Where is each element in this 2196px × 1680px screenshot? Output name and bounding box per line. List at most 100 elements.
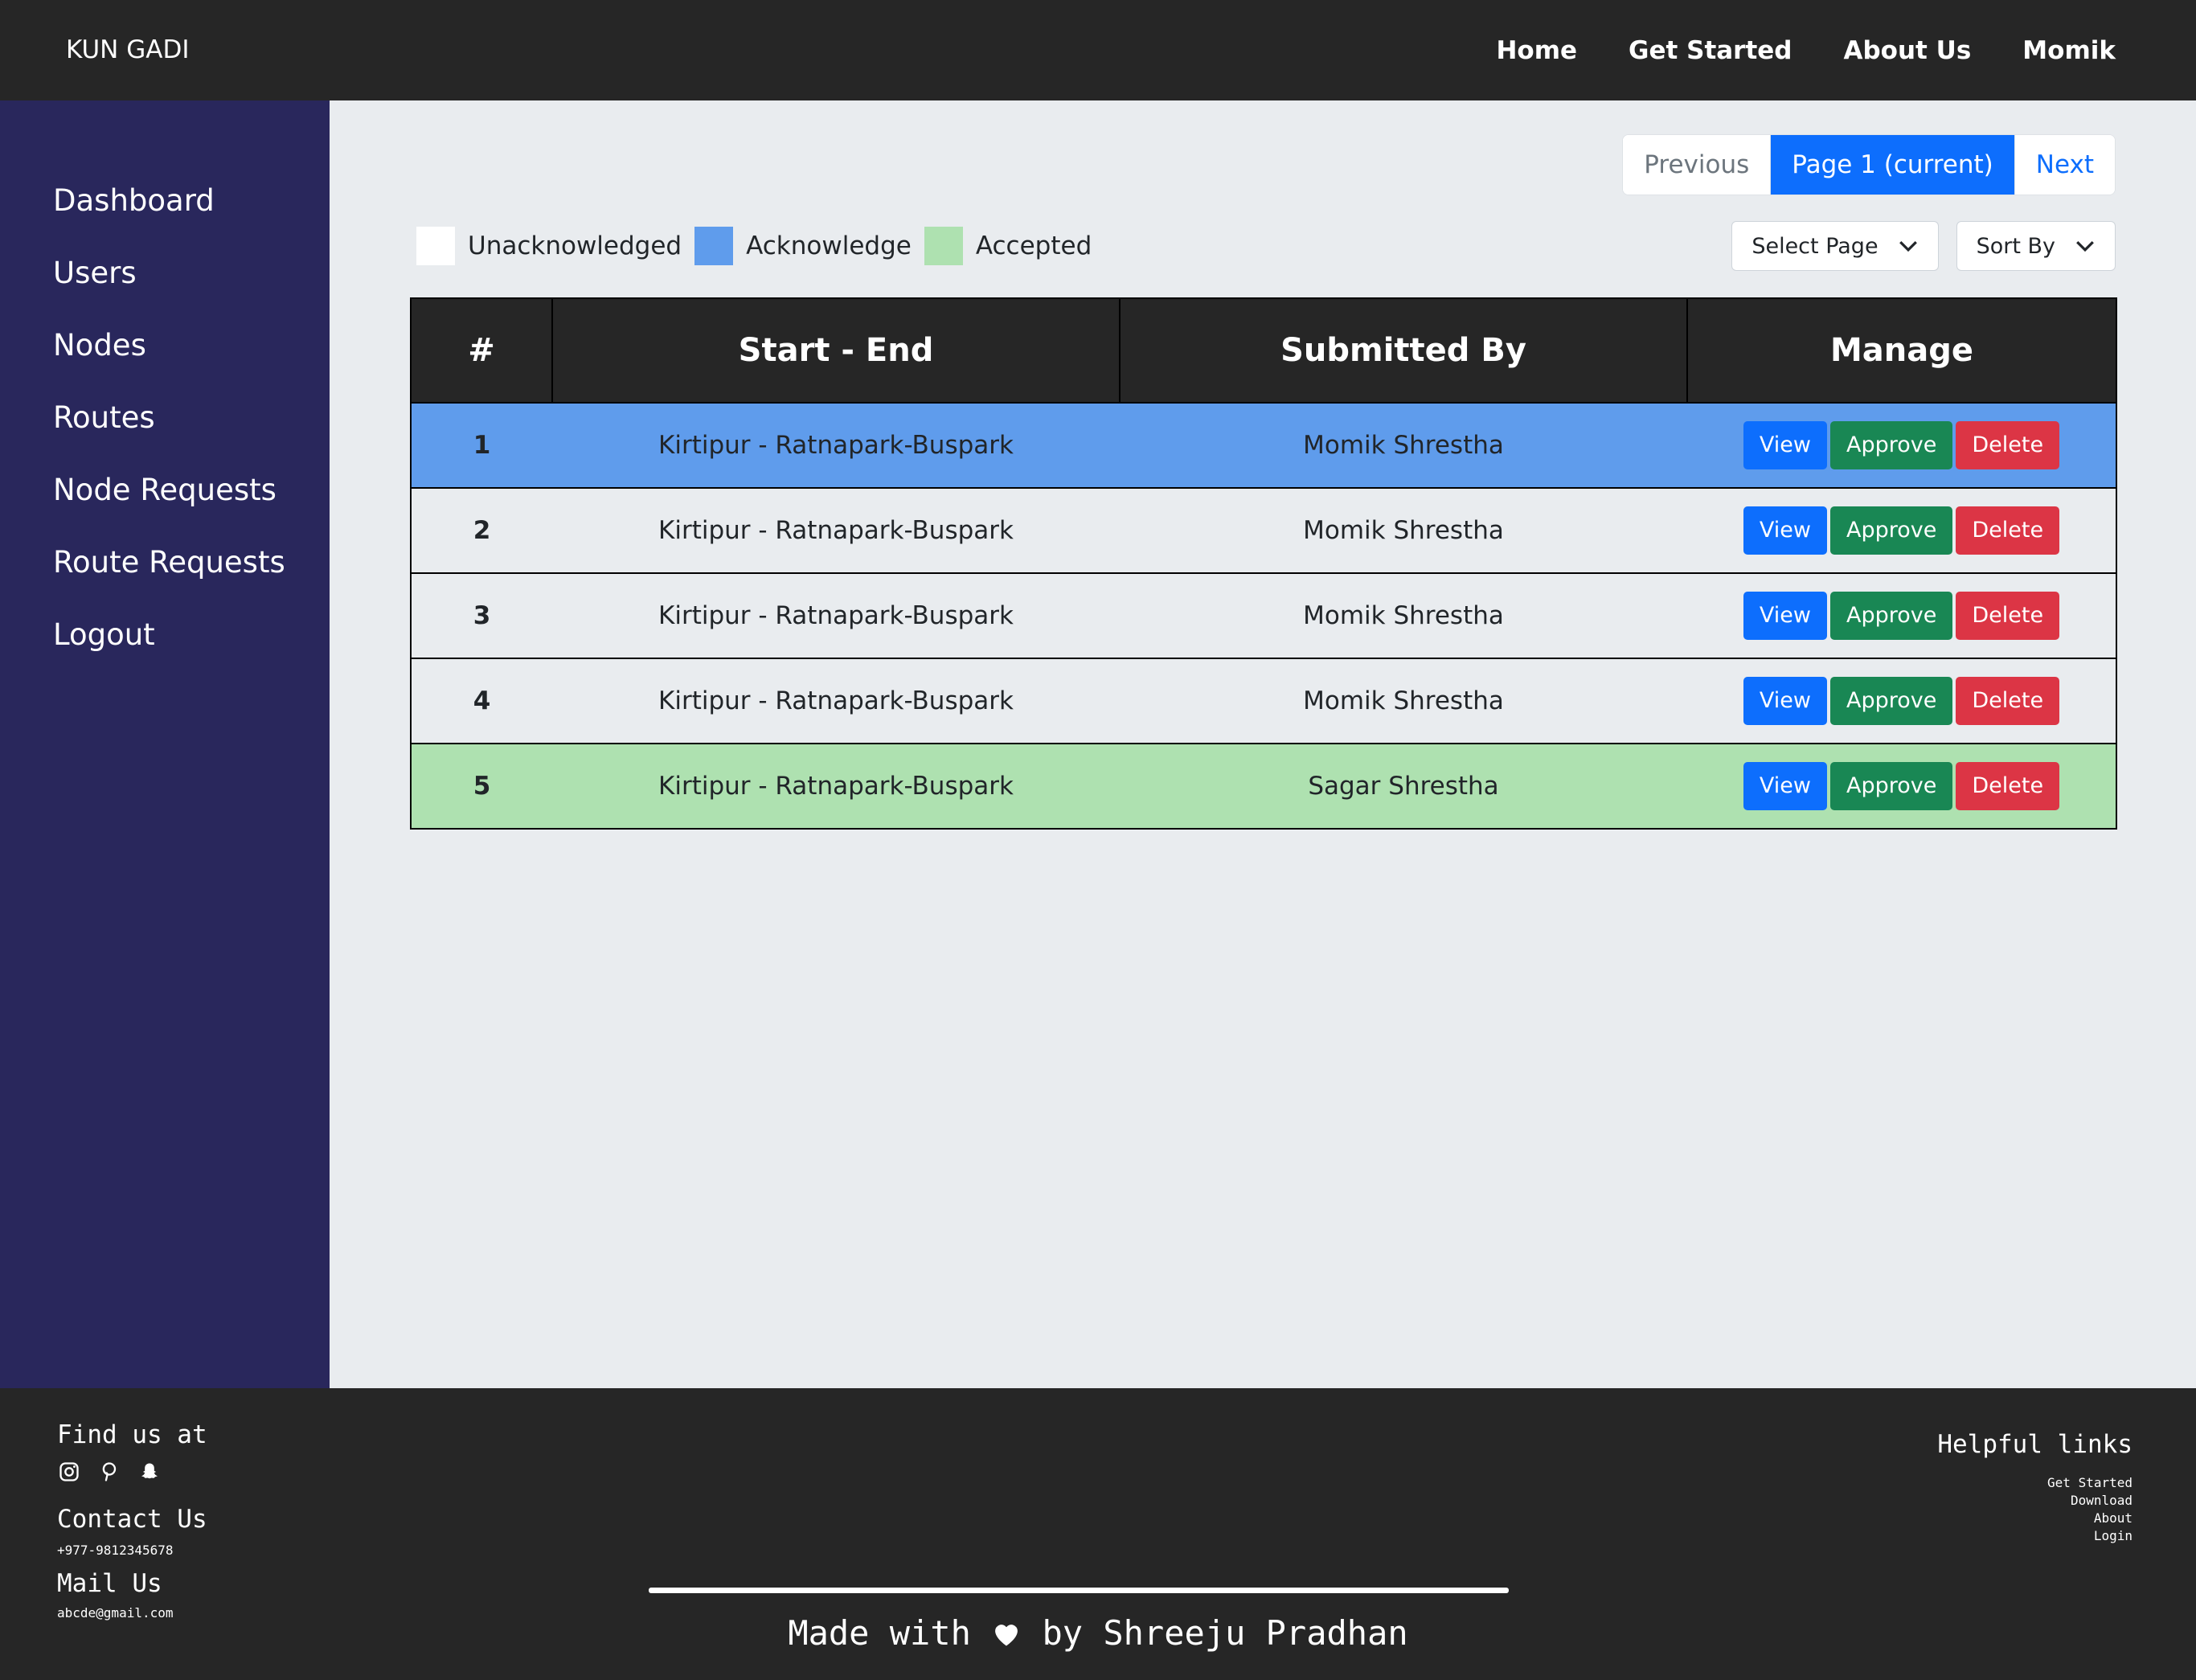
row-route: Kirtipur - Ratnapark-Buspark xyxy=(552,572,1120,659)
column-header-start-end: Start - End xyxy=(551,297,1121,404)
table-row: 5 Kirtipur - Ratnapark-Buspark Sagar Shres… xyxy=(410,743,2117,830)
view-button[interactable]: View xyxy=(1743,677,1827,725)
table-row: 2 Kirtipur - Ratnapark-Buspark Momik Shres… xyxy=(410,487,2117,574)
table-header-row: # Start - End Submitted By Manage xyxy=(410,297,2117,404)
row-route: Kirtipur - Ratnapark-Buspark xyxy=(552,402,1120,489)
row-actions: View Approve Delete xyxy=(1687,658,2117,744)
legend-swatch-accepted xyxy=(924,227,963,265)
nav-home[interactable]: Home xyxy=(1496,36,1577,65)
sidebar-item-routes[interactable]: Routes xyxy=(53,398,330,470)
select-page-dropdown[interactable]: Select Page xyxy=(1731,221,1939,271)
table-body: 1 Kirtipur - Ratnapark-Buspark Momik Shres… xyxy=(410,402,2117,830)
view-button[interactable]: View xyxy=(1743,506,1827,555)
legend-swatch-unacknowledged xyxy=(416,227,455,265)
row-submitted-by: Sagar Shrestha xyxy=(1120,743,1687,830)
delete-button[interactable]: Delete xyxy=(1956,506,2060,555)
row-submitted-by: Momik Shrestha xyxy=(1120,658,1687,744)
chevron-down-icon xyxy=(2076,240,2094,252)
footer-link-login[interactable]: Login xyxy=(2047,1527,2132,1545)
row-actions: View Approve Delete xyxy=(1687,743,2117,830)
heart-icon xyxy=(995,1625,1018,1646)
row-number: 5 xyxy=(410,743,552,830)
delete-button[interactable]: Delete xyxy=(1956,421,2060,469)
legend-label-acknowledge: Acknowledge xyxy=(746,232,912,260)
legend-label-unacknowledged: Unacknowledged xyxy=(468,232,682,260)
column-header-number: # xyxy=(410,297,553,404)
find-us-heading: Find us at xyxy=(57,1420,207,1449)
pagination: Previous Page 1 (current) Next xyxy=(1622,134,2116,195)
row-route: Kirtipur - Ratnapark-Buspark xyxy=(552,487,1120,574)
row-submitted-by: Momik Shrestha xyxy=(1120,402,1687,489)
select-page-label: Select Page xyxy=(1751,233,1878,259)
row-route: Kirtipur - Ratnapark-Buspark xyxy=(552,743,1120,830)
column-header-manage: Manage xyxy=(1686,297,2117,404)
next-page-button[interactable]: Next xyxy=(2014,135,2115,195)
brand-logo[interactable]: KUN GADI xyxy=(66,0,189,100)
helpful-links: Get Started Download About Login xyxy=(2047,1474,2132,1545)
nav-about-us[interactable]: About Us xyxy=(1844,36,1972,65)
sidebar-item-logout[interactable]: Logout xyxy=(53,615,330,687)
chevron-down-icon xyxy=(1899,240,1917,252)
legend-swatch-acknowledge xyxy=(694,227,734,265)
made-with-prefix: Made with xyxy=(788,1613,971,1653)
made-with-suffix: by Shreeju Pradhan xyxy=(1042,1613,1408,1653)
delete-button[interactable]: Delete xyxy=(1956,592,2060,640)
column-header-submitted-by: Submitted By xyxy=(1119,297,1688,404)
row-actions: View Approve Delete xyxy=(1687,402,2117,489)
nav-user-profile[interactable]: Momik xyxy=(2022,36,2116,65)
pinterest-icon[interactable] xyxy=(98,1461,121,1483)
top-navbar: KUN GADI Home Get Started About Us Momik xyxy=(0,0,2196,100)
delete-button[interactable]: Delete xyxy=(1956,762,2060,810)
row-number: 4 xyxy=(410,658,552,744)
view-button[interactable]: View xyxy=(1743,592,1827,640)
table-row: 4 Kirtipur - Ratnapark-Buspark Momik Shres… xyxy=(410,658,2117,744)
table-row: 1 Kirtipur - Ratnapark-Buspark Momik Shres… xyxy=(410,402,2117,489)
sidebar-item-route-requests[interactable]: Route Requests xyxy=(53,543,330,615)
table-row: 3 Kirtipur - Ratnapark-Buspark Momik Shres… xyxy=(410,572,2117,659)
footer-link-about[interactable]: About xyxy=(2047,1510,2132,1527)
footer-divider xyxy=(649,1588,1509,1593)
approve-button[interactable]: Approve xyxy=(1829,421,1953,469)
made-with-credit: Made with by Shreeju Pradhan xyxy=(0,1613,2196,1653)
mail-us-heading: Mail Us xyxy=(57,1569,162,1598)
approve-button[interactable]: Approve xyxy=(1829,506,1953,555)
row-actions: View Approve Delete xyxy=(1687,487,2117,574)
view-button[interactable]: View xyxy=(1743,762,1827,810)
instagram-icon[interactable] xyxy=(58,1461,80,1483)
contact-phone: +977-9812345678 xyxy=(57,1543,174,1558)
current-page-button[interactable]: Page 1 (current) xyxy=(1771,135,2015,195)
sidebar-item-nodes[interactable]: Nodes xyxy=(53,326,330,398)
row-number: 1 xyxy=(410,402,552,489)
footer-link-get-started[interactable]: Get Started xyxy=(2047,1474,2132,1492)
approve-button[interactable]: Approve xyxy=(1829,677,1953,725)
snapchat-icon[interactable] xyxy=(138,1461,161,1483)
row-route: Kirtipur - Ratnapark-Buspark xyxy=(552,658,1120,744)
footer: Find us at Contact Us +977-9812345678 Ma… xyxy=(0,1388,2196,1680)
row-number: 3 xyxy=(410,572,552,659)
status-legend: Unacknowledged Acknowledge Accepted xyxy=(416,226,1104,266)
sidebar: Dashboard Users Nodes Routes Node Reques… xyxy=(0,100,330,1388)
legend-label-accepted: Accepted xyxy=(975,232,1092,260)
row-number: 2 xyxy=(410,487,552,574)
route-requests-table: # Start - End Submitted By Manage 1 Kirti… xyxy=(410,297,2117,830)
approve-button[interactable]: Approve xyxy=(1829,592,1953,640)
sort-by-dropdown[interactable]: Sort By xyxy=(1956,221,2116,271)
sidebar-item-node-requests[interactable]: Node Requests xyxy=(53,470,330,543)
contact-us-heading: Contact Us xyxy=(57,1505,207,1534)
main-content: Previous Page 1 (current) Next Unacknowl… xyxy=(330,100,2196,1388)
previous-page-button[interactable]: Previous xyxy=(1623,135,1772,195)
row-actions: View Approve Delete xyxy=(1687,572,2117,659)
sidebar-item-dashboard[interactable]: Dashboard xyxy=(53,181,330,253)
social-icons xyxy=(58,1461,161,1483)
approve-button[interactable]: Approve xyxy=(1829,762,1953,810)
nav-links: Home Get Started About Us Momik xyxy=(1496,0,2116,100)
delete-button[interactable]: Delete xyxy=(1956,677,2060,725)
row-submitted-by: Momik Shrestha xyxy=(1120,572,1687,659)
row-submitted-by: Momik Shrestha xyxy=(1120,487,1687,574)
nav-get-started[interactable]: Get Started xyxy=(1629,36,1792,65)
filter-controls: Select Page Sort By xyxy=(1731,221,2116,271)
view-button[interactable]: View xyxy=(1743,421,1827,469)
footer-link-download[interactable]: Download xyxy=(2047,1492,2132,1510)
sort-by-label: Sort By xyxy=(1976,233,2055,259)
sidebar-item-users[interactable]: Users xyxy=(53,253,330,326)
